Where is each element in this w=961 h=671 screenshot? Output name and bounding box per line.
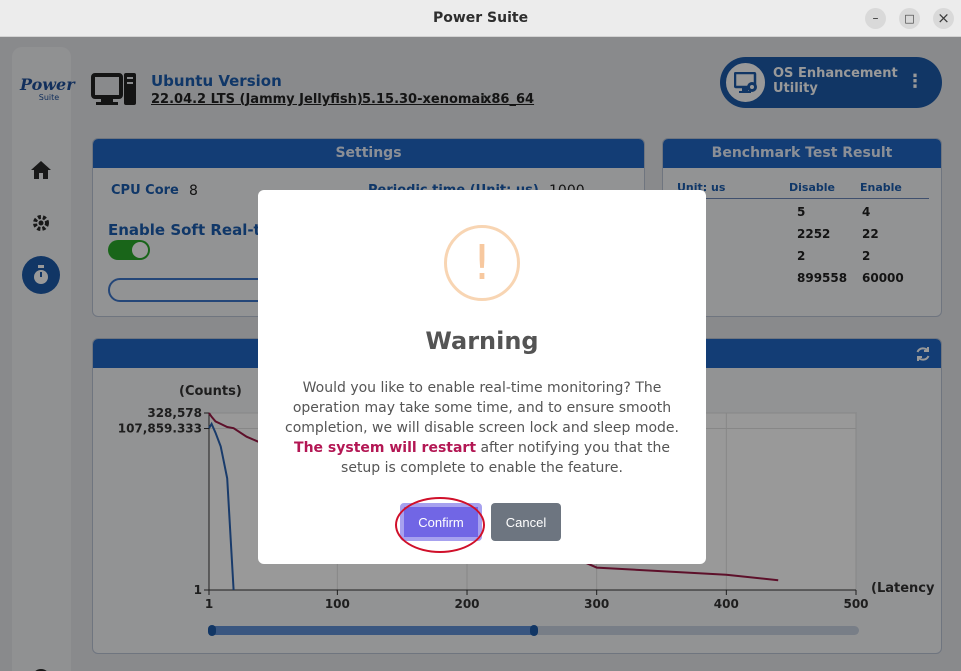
warning-dialog: ! Warning Would you like to enable real-… — [258, 190, 706, 564]
close-button[interactable]: × — [933, 8, 954, 29]
warning-icon: ! — [444, 225, 520, 301]
window-title: Power Suite — [432, 10, 529, 26]
highlight-annotation — [395, 497, 485, 553]
minimize-button[interactable]: – — [865, 8, 886, 29]
dialog-message: Would you like to enable real-time monit… — [284, 378, 680, 478]
dialog-title: Warning — [425, 327, 539, 355]
dialog-message-emphasis: The system will restart — [294, 440, 477, 456]
dialog-message-part1: Would you like to enable real-time monit… — [285, 380, 679, 436]
window-titlebar: Power Suite – □ × — [0, 0, 961, 37]
maximize-button[interactable]: □ — [899, 8, 920, 29]
cancel-button[interactable]: Cancel — [491, 503, 561, 541]
